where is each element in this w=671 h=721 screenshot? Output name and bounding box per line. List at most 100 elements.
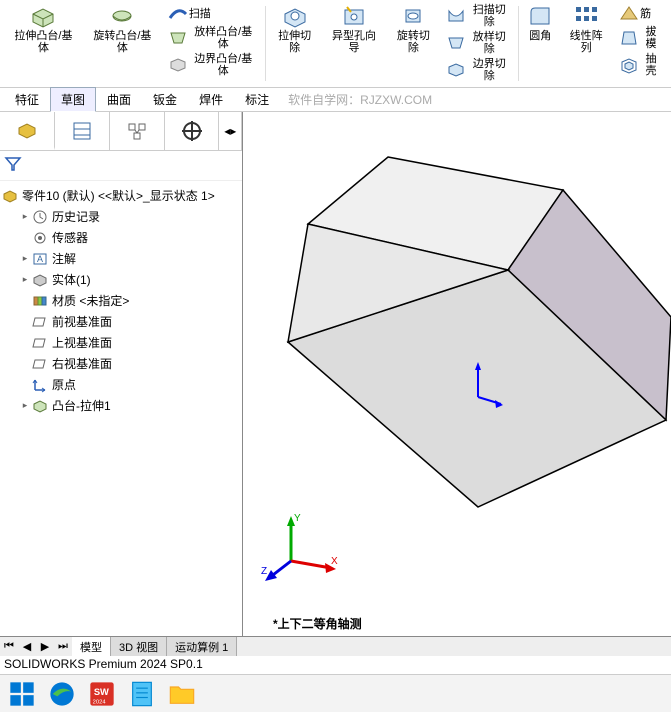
tree-top-plane[interactable]: 上视基准面 (2, 332, 240, 353)
fillet-button[interactable]: 圆角 (524, 2, 556, 43)
solidworks-app-icon[interactable]: SW 2024 (88, 680, 116, 708)
view-orientation-label: *上下二等角轴测 (273, 615, 362, 632)
rib-icon (618, 3, 640, 23)
shell-button[interactable]: 抽壳 (616, 51, 664, 78)
linear-pattern-label: 线性阵列 (564, 30, 608, 54)
tree-right-plane[interactable]: 右视基准面 (2, 353, 240, 374)
side-tab-feature-tree[interactable] (0, 112, 55, 150)
draft-label: 拔模 (640, 26, 662, 50)
side-tab-more[interactable]: ◂▸ (219, 112, 242, 150)
tree-material[interactable]: 材质 <未指定> (2, 290, 240, 311)
tab-weldment[interactable]: 焊件 (188, 87, 234, 112)
revolve-cut-icon (399, 3, 427, 29)
loft-boss-label: 放样凸台/基体 (189, 26, 258, 50)
rib-label: 筋 (640, 8, 651, 20)
extrude-boss-button[interactable]: 拉伸凸台/基体 (7, 2, 80, 55)
tab-nav-first[interactable]: ⏮ (0, 637, 18, 656)
extrude-cut-label: 拉伸切除 (273, 30, 317, 54)
tab-nav-prev[interactable]: ◀ (18, 637, 36, 656)
tree-history[interactable]: ▸ 历史记录 (2, 206, 240, 227)
tree-origin-label: 原点 (52, 376, 76, 393)
filter-icon[interactable] (4, 162, 22, 176)
triad-x-label: X (331, 556, 338, 567)
file-explorer-icon[interactable] (168, 680, 196, 708)
sweep-cut-button[interactable]: 扫描切除 (443, 2, 513, 29)
fillet-icon (526, 3, 554, 29)
graphics-viewport[interactable]: Y X Z *上下二等角轴测 (243, 112, 671, 636)
tree-annotations[interactable]: ▸ A 注解 (2, 248, 240, 269)
linear-pattern-button[interactable]: 线性阵列 (562, 2, 610, 55)
draft-icon (618, 28, 640, 48)
ribbon-toolbar: 拉伸凸台/基体 旋转凸台/基体 扫描 放样凸台/基体 边界凸台/基体 拉伸切除 (0, 0, 671, 88)
origin-triad-icon (463, 362, 503, 412)
bottom-tab-3dview[interactable]: 3D 视图 (111, 637, 167, 656)
extrude-cut-button[interactable]: 拉伸切除 (271, 2, 319, 55)
sweep-label: 扫描 (189, 8, 211, 20)
bottom-tabs: ⏮ ◀ ▶ ⏭ 模型 3D 视图 运动算例 1 (0, 636, 671, 656)
edge-browser-icon[interactable] (48, 680, 76, 708)
tree-front-label: 前视基准面 (52, 313, 112, 330)
side-tab-property[interactable] (55, 112, 110, 150)
boundary-boss-icon (167, 55, 189, 75)
svg-text:2024: 2024 (93, 699, 107, 705)
boundary-cut-icon (445, 60, 467, 80)
command-tabs: 特征 草图 曲面 钣金 焊件 标注 软件自学网：RJZXW.COM (0, 88, 671, 112)
shell-label: 抽壳 (640, 53, 662, 77)
hole-wizard-icon (340, 3, 368, 29)
tab-nav-next[interactable]: ▶ (36, 637, 54, 656)
solid-icon (32, 272, 48, 288)
shell-icon (618, 55, 640, 75)
tree-sensors[interactable]: 传感器 (2, 227, 240, 248)
plane-icon (32, 356, 48, 372)
rib-button[interactable]: 筋 (616, 2, 653, 24)
loft-cut-button[interactable]: 放样切除 (443, 29, 513, 56)
extrude-cut-icon (281, 3, 309, 29)
sweep-icon (167, 3, 189, 23)
plane-icon (32, 335, 48, 351)
windows-taskbar: SW 2024 (0, 674, 671, 712)
svg-text:SW: SW (94, 687, 109, 697)
triad-y-label: Y (294, 513, 301, 524)
tab-sheetmetal[interactable]: 钣金 (142, 87, 188, 112)
tab-sketch[interactable]: 草图 (50, 87, 96, 112)
hole-wizard-button[interactable]: 异型孔向导 (325, 2, 384, 55)
revolve-cut-label: 旋转切除 (391, 30, 435, 54)
loft-boss-button[interactable]: 放样凸台/基体 (165, 24, 260, 51)
tree-root[interactable]: 零件10 (默认) <<默认>_显示状态 1> (2, 185, 240, 206)
sweep-button[interactable]: 扫描 (165, 2, 213, 24)
tree-solid[interactable]: ▸ 实体(1) (2, 269, 240, 290)
tree-boss-extrude[interactable]: ▸ 凸台-拉伸1 (2, 395, 240, 416)
side-tab-config[interactable] (110, 112, 165, 150)
start-button[interactable] (8, 680, 36, 708)
svg-text:A: A (37, 254, 43, 264)
draft-button[interactable]: 拔模 (616, 24, 664, 51)
tree-origin[interactable]: 原点 (2, 374, 240, 395)
bottom-tab-motion[interactable]: 运动算例 1 (167, 637, 237, 656)
tree-sensors-label: 传感器 (52, 229, 88, 246)
expand-icon[interactable]: ▸ (20, 274, 30, 285)
tab-nav-last[interactable]: ⏭ (54, 637, 72, 656)
fillet-label: 圆角 (529, 30, 551, 42)
notepad-icon[interactable] (128, 680, 156, 708)
revolve-boss-button[interactable]: 旋转凸台/基体 (86, 2, 159, 55)
expand-icon[interactable]: ▸ (20, 253, 30, 264)
expand-icon[interactable]: ▸ (20, 400, 30, 411)
extrude-feature-icon (32, 398, 48, 414)
hole-wizard-label: 异型孔向导 (327, 30, 382, 54)
boundary-cut-button[interactable]: 边界切除 (443, 56, 513, 83)
watermark-text: 软件自学网：RJZXW.COM (288, 91, 432, 108)
bottom-tab-model[interactable]: 模型 (72, 637, 111, 656)
boundary-boss-button[interactable]: 边界凸台/基体 (165, 51, 260, 78)
expand-icon[interactable]: ▸ (20, 211, 30, 222)
tree-solid-label: 实体(1) (52, 271, 91, 288)
tree-front-plane[interactable]: 前视基准面 (2, 311, 240, 332)
tab-feature[interactable]: 特征 (4, 87, 50, 112)
extrude-boss-icon (29, 3, 57, 29)
sweep-cut-label: 扫描切除 (467, 4, 511, 28)
tab-surface[interactable]: 曲面 (96, 87, 142, 112)
loft-boss-icon (167, 28, 189, 48)
revolve-cut-button[interactable]: 旋转切除 (389, 2, 437, 55)
tab-annotate[interactable]: 标注 (234, 87, 280, 112)
extrude-boss-label: 拉伸凸台/基体 (9, 30, 78, 54)
side-tab-dimxpert[interactable] (165, 112, 220, 150)
